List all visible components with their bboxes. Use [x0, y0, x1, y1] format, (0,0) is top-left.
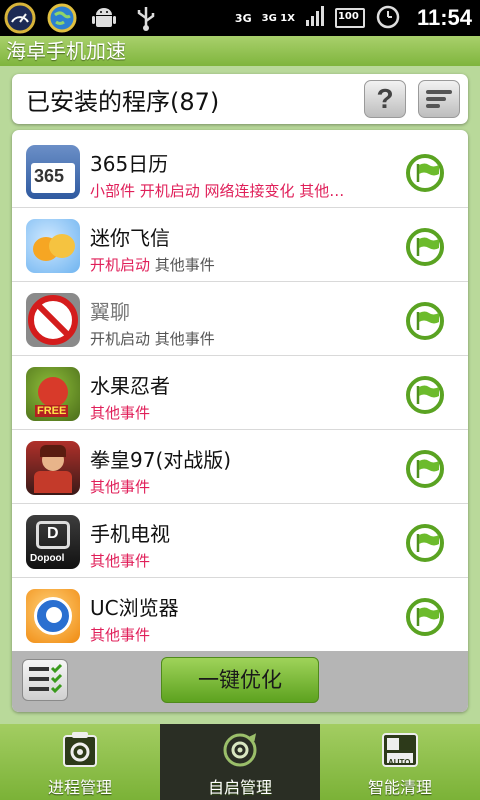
list-item[interactable]: 365 365日历 小部件 开机启动 网络连接变化 其他…: [12, 134, 468, 208]
autostart-flag-button[interactable]: [405, 375, 445, 415]
dopool-tv-icon: D Dopool: [26, 515, 80, 569]
list-item[interactable]: 拳皇97(对战版) 其他事件: [12, 430, 468, 504]
app-list: 365 365日历 小部件 开机启动 网络连接变化 其他… 迷你飞信 开机启动 …: [12, 130, 468, 712]
green-flag-icon: [406, 302, 444, 340]
bottom-tab-bar: 进程管理 自启管理 AUTO 智能清理: [0, 724, 480, 800]
autostart-gear-icon: [223, 733, 257, 767]
green-flag-icon: [406, 598, 444, 636]
list-item[interactable]: D Dopool 手机电视 其他事件: [12, 504, 468, 578]
app-title-bar: 海卓手机加速: [0, 36, 480, 66]
network-3g-1x-label: 3G 1X: [261, 12, 295, 24]
status-bar: 3G 3G 1X 100 11:54: [0, 0, 480, 36]
app-events: 开机启动 其他事件: [90, 330, 215, 348]
battery-icon: 100: [334, 8, 365, 28]
fruit-ninja-icon: FREE: [26, 367, 80, 421]
help-icon: ?: [376, 83, 394, 114]
app-name: 365日历: [90, 152, 169, 176]
autostart-flag-button[interactable]: [405, 523, 445, 563]
tab-process-manager[interactable]: 进程管理: [0, 724, 160, 800]
tab-label: 自启管理: [207, 778, 272, 797]
green-flag-icon: [406, 154, 444, 192]
sort-menu-button[interactable]: [418, 80, 460, 118]
fetion-icon: [26, 219, 80, 273]
app-events: 小部件 开机启动 网络连接变化 其他…: [90, 182, 345, 200]
list-item[interactable]: UC浏览器 其他事件: [12, 578, 468, 652]
auto-icon-text: AUTO: [388, 758, 411, 767]
battery-level: 100: [337, 11, 359, 22]
page-title: 已安装的程序(87): [26, 88, 220, 116]
app-title: 海卓手机加速: [6, 39, 126, 63]
installed-apps-header: 已安装的程序(87) ?: [12, 74, 468, 124]
yiliao-disabled-icon: [26, 293, 80, 347]
app-name: 迷你飞信: [90, 226, 170, 250]
green-flag-icon: [406, 376, 444, 414]
list-item[interactable]: FREE 水果忍者 其他事件: [12, 356, 468, 430]
uc-browser-icon: [26, 589, 80, 643]
green-flag-icon: [406, 524, 444, 562]
autostart-flag-button[interactable]: [405, 449, 445, 489]
network-3g-label: 3G: [234, 11, 252, 25]
list-item[interactable]: 翼聊 开机启动 其他事件: [12, 282, 468, 356]
list-item[interactable]: 迷你飞信 开机启动 其他事件: [12, 208, 468, 282]
green-flag-icon: [406, 228, 444, 266]
calendar-365-icon: 365: [26, 145, 80, 199]
sort-lines-icon: [426, 90, 452, 108]
autostart-flag-button[interactable]: [405, 597, 445, 637]
app-name: 水果忍者: [90, 374, 170, 398]
kof97-icon: [26, 441, 80, 495]
green-flag-icon: [406, 450, 444, 488]
app-events: 其他事件: [90, 404, 151, 422]
app-name: 手机电视: [90, 522, 170, 546]
dopool-d-text: D: [47, 525, 59, 542]
android-icon: [88, 2, 120, 34]
speedometer-icon: [4, 2, 36, 34]
app-events: 其他事件: [90, 478, 151, 496]
process-gear-icon: [63, 732, 97, 767]
app-name: 拳皇97(对战版): [90, 448, 232, 472]
tab-autostart-manager[interactable]: 自启管理: [160, 724, 320, 800]
autostart-flag-button[interactable]: [405, 301, 445, 341]
help-button[interactable]: ?: [364, 80, 406, 118]
autostart-flag-button[interactable]: [405, 227, 445, 267]
globe-icon: [46, 2, 78, 34]
action-bar: 一键优化: [12, 651, 468, 712]
free-badge-text: FREE: [35, 405, 69, 417]
tab-smart-clean[interactable]: AUTO 智能清理: [320, 724, 480, 800]
select-all-button[interactable]: [22, 659, 68, 701]
signal-icon: [305, 5, 325, 31]
dopool-brand-text: Dopool: [30, 553, 65, 564]
app-events: 开机启动 其他事件: [90, 256, 215, 274]
tab-label: 智能清理: [367, 778, 432, 797]
calendar-icon-text: 365: [34, 166, 65, 186]
usb-icon: [130, 2, 162, 34]
checklist-icon: [29, 663, 63, 694]
alarm-icon: [375, 3, 401, 33]
autostart-flag-button[interactable]: [405, 153, 445, 193]
one-click-optimize-button[interactable]: 一键优化: [161, 657, 319, 703]
app-name: 翼聊: [90, 300, 130, 324]
app-events: 其他事件: [90, 552, 151, 570]
clock-time: 11:54: [416, 5, 472, 30]
app-events: 其他事件: [90, 626, 151, 644]
app-name: UC浏览器: [90, 596, 179, 620]
tab-label: 进程管理: [47, 778, 112, 797]
